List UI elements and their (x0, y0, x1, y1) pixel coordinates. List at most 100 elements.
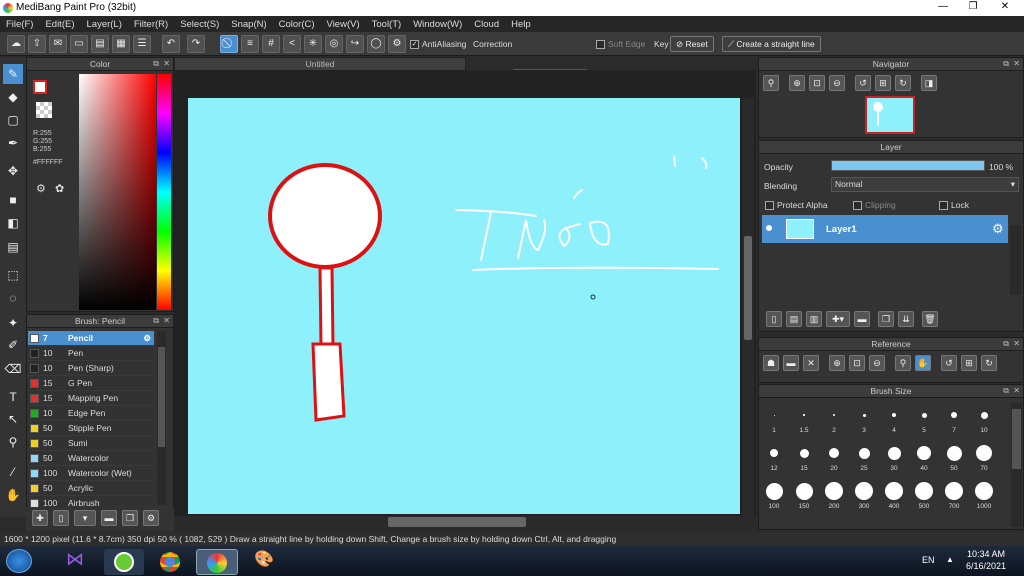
snap-perspective-icon[interactable]: < (283, 35, 301, 53)
snap-curve-icon[interactable]: ↪ (346, 35, 364, 53)
start-button[interactable] (6, 549, 32, 573)
tray-arrow-icon[interactable]: ▲ (946, 555, 954, 564)
delete-layer-icon[interactable]: 🗑 (922, 311, 938, 327)
navigator-thumbnail[interactable] (865, 96, 915, 134)
minimize-icon[interactable]: — (930, 0, 956, 14)
paint-icon[interactable]: 🎨 (244, 549, 284, 575)
primary-color-swatch[interactable] (33, 80, 47, 94)
blending-dropdown[interactable]: Normal ▾ (831, 177, 1019, 192)
visual-studio-icon[interactable]: ⋈ (58, 549, 92, 575)
select-tool-icon[interactable]: ⬚ (3, 265, 23, 285)
protect-alpha-checkbox[interactable]: Protect Alpha (765, 200, 828, 211)
lock-checkbox[interactable]: Lock (939, 200, 969, 211)
brush-item[interactable]: 50 Stipple Pen (28, 421, 154, 436)
close-icon[interactable]: ✕ (992, 0, 1018, 14)
clock[interactable]: 10:34 AM 6/16/2021 (962, 548, 1010, 572)
rotate-left-icon[interactable]: ↺ (855, 75, 871, 91)
comment-icon[interactable]: ▭ (70, 35, 88, 53)
undock-icon[interactable]: ⧉ (1003, 385, 1009, 397)
panel-close-icon[interactable]: ✕ (1013, 338, 1020, 350)
reference-rotate-left-icon[interactable]: ↺ (941, 355, 957, 371)
fit-icon[interactable]: ⊡ (809, 75, 825, 91)
palette-add-icon[interactable]: ✿ (55, 182, 64, 195)
reference-zoom-in-icon[interactable]: ⊕ (829, 355, 845, 371)
brush-size-option[interactable] (885, 482, 903, 500)
chrome-icon[interactable] (150, 549, 190, 575)
reference-reset-icon[interactable]: ⊞ (961, 355, 977, 371)
add-brush-icon[interactable]: ✚ (32, 510, 48, 526)
rotate-right-icon[interactable]: ↻ (895, 75, 911, 91)
copy-brush-icon[interactable]: ❐ (122, 510, 138, 526)
reference-fit-icon[interactable]: ⊡ (849, 355, 865, 371)
brush-item[interactable]: 50 Acrylic (28, 481, 154, 496)
snap-radial-icon[interactable]: ✳ (304, 35, 322, 53)
brush-item[interactable]: 50 Watercolor (28, 451, 154, 466)
pen-tool-icon[interactable]: ✒ (3, 133, 23, 153)
brush-size-option[interactable] (833, 414, 835, 416)
panel-close-icon[interactable]: ✕ (1013, 385, 1020, 397)
add-layer-menu-icon[interactable]: ✚▾ (826, 311, 850, 327)
layer-row[interactable]: Layer1 ⚙ (762, 215, 1008, 243)
brush-size-option[interactable] (917, 446, 931, 460)
chat-icon[interactable]: ✉ (49, 35, 67, 53)
brush-size-option[interactable] (887, 446, 901, 460)
brush-folder-icon[interactable]: ▬ (101, 510, 117, 526)
menu-filter[interactable]: Filter(R) (128, 19, 174, 30)
panel-close-icon[interactable]: ✕ (163, 58, 170, 70)
upload-icon[interactable]: ⇧ (28, 35, 46, 53)
undock-icon[interactable]: ⧉ (153, 58, 159, 70)
panel-close-icon[interactable]: ✕ (1013, 58, 1020, 70)
brush-size-option[interactable] (951, 412, 957, 418)
lasso-tool-icon[interactable]: ◌ (3, 288, 23, 308)
merge-layer-icon[interactable]: ⇊ (898, 311, 914, 327)
reference-rotate-right-icon[interactable]: ↻ (981, 355, 997, 371)
brush-item[interactable]: 100 Watercolor (Wet) (28, 466, 154, 481)
soft-edge-checkbox[interactable]: Soft Edge (596, 39, 645, 50)
canvas-vertical-scrollbar[interactable] (742, 98, 754, 516)
snap-off-icon[interactable]: ⃠ (220, 35, 238, 53)
brush-size-option[interactable] (946, 445, 962, 461)
brush-item[interactable]: 10 Pen (28, 346, 154, 361)
brush-item[interactable]: 10 Edge Pen (28, 406, 154, 421)
undock-icon[interactable]: ⧉ (1003, 338, 1009, 350)
fill-rect-tool-icon[interactable]: ■ (3, 190, 23, 210)
brush-size-option[interactable] (945, 482, 963, 500)
undock-icon[interactable]: ⧉ (153, 315, 159, 327)
brush-size-option[interactable] (976, 445, 992, 461)
brush-settings-icon[interactable]: ⚙ (143, 510, 159, 526)
maximize-icon[interactable]: ❐ (960, 0, 986, 14)
brush-size-scrollbar[interactable] (1011, 403, 1022, 527)
medibang-taskbar-icon[interactable] (196, 549, 238, 575)
brush-size-option[interactable] (829, 448, 839, 458)
reference-eyedropper-icon[interactable]: ⚲ (895, 355, 911, 371)
layer-folder-icon[interactable]: ▬ (854, 311, 870, 327)
redo-icon[interactable]: ↷ (187, 35, 205, 53)
palette-icon[interactable]: ⚙ (36, 182, 46, 195)
brush-size-option[interactable] (765, 482, 783, 500)
menu-help[interactable]: Help (505, 19, 537, 30)
gradient-tool-icon[interactable]: ▤ (3, 237, 23, 257)
brush-settings-icon[interactable]: ⚙ (143, 331, 151, 346)
brush-size-option[interactable] (892, 413, 896, 417)
opacity-slider[interactable] (831, 160, 985, 171)
language-indicator[interactable]: EN (922, 555, 935, 565)
brush-item[interactable]: 7 Pencil ⚙ (28, 331, 154, 346)
brush-size-option[interactable] (825, 482, 843, 500)
brush-list-scrollbar[interactable] (157, 331, 166, 505)
brush-size-option[interactable] (915, 482, 933, 500)
rect-tool-icon[interactable]: ▢ (3, 110, 23, 130)
snap-circle-icon[interactable]: ◎ (325, 35, 343, 53)
menu-select[interactable]: Select(S) (174, 19, 225, 30)
brush-size-option[interactable] (799, 448, 809, 458)
menu-cloud[interactable]: Cloud (468, 19, 505, 30)
brush-item[interactable]: 15 Mapping Pen (28, 391, 154, 406)
menu-window[interactable]: Window(W) (407, 19, 468, 30)
green-app-icon[interactable] (104, 549, 144, 575)
new-layer-icon[interactable]: ▯ (766, 311, 782, 327)
panel-close-icon[interactable]: ✕ (163, 315, 170, 327)
clipping-checkbox[interactable]: Clipping (853, 200, 896, 211)
hue-slider[interactable] (157, 74, 171, 310)
list-icon[interactable]: ☰ (133, 35, 151, 53)
saturation-value-picker[interactable] (79, 74, 156, 310)
reset-button[interactable]: ⊘ Reset (670, 36, 714, 52)
